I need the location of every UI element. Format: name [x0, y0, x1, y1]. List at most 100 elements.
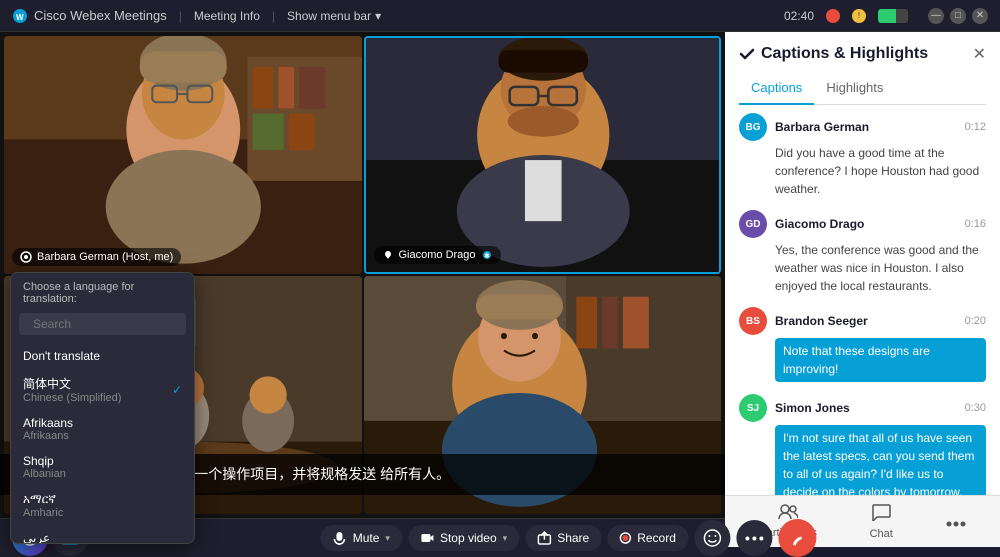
more-icon	[946, 511, 966, 532]
message-time-barbara: 0:12	[965, 121, 986, 133]
svg-text:✱: ✱	[484, 252, 490, 260]
chat-icon	[871, 503, 891, 526]
avatar-barbara: BG	[739, 113, 767, 141]
window-minimize-button[interactable]: —	[928, 8, 944, 24]
lang-item-albanian[interactable]: Shqip Albanian	[11, 448, 194, 486]
message-time-brandon: 0:20	[965, 315, 986, 327]
lang-sub-amharic: Amharic	[23, 507, 63, 519]
lang-name-afrikaans: Afrikaans	[23, 416, 73, 430]
message-item-simon: SJ Simon Jones 0:30 I'm not sure that al…	[739, 394, 986, 495]
message-name-brandon: Brandon Seeger	[775, 314, 868, 328]
tab-highlights-label: Highlights	[826, 80, 883, 95]
tab-highlights[interactable]: Highlights	[814, 72, 895, 105]
meeting-info-link[interactable]: Meeting Info	[194, 9, 260, 23]
lang-sub-chinese: Chinese (Simplified)	[23, 392, 121, 404]
lang-name-chinese: 简体中文	[23, 375, 121, 392]
share-button[interactable]: Share	[525, 525, 601, 551]
message-text-barbara: Did you have a good time at the conferen…	[775, 144, 986, 198]
participant-1-name: Barbara German (Host, me)	[37, 251, 173, 263]
window-close-button[interactable]: ✕	[972, 8, 988, 24]
app-logo: W Cisco Webex Meetings	[12, 8, 167, 24]
message-text-giacomo1: Yes, the conference was good and the wea…	[775, 241, 986, 295]
toolbar-center: Mute ▾ Stop video ▾ Share Record	[321, 519, 816, 557]
lang-item-chinese[interactable]: 简体中文 Chinese (Simplified) ✓	[11, 369, 194, 410]
status-dot-yellow: !	[852, 9, 866, 23]
window-maximize-button[interactable]: □	[950, 8, 966, 24]
video-area: Speaking: Simon Jones Layout	[0, 32, 725, 547]
right-panel: Captions & Highlights ✕ Captions Highlig…	[725, 32, 1000, 547]
message-name-giacomo1: Giacomo Drago	[775, 217, 864, 231]
title-bar: W Cisco Webex Meetings | Meeting Info | …	[0, 0, 1000, 32]
language-picker-dropdown: Choose a language for translation: Don't…	[10, 272, 195, 544]
main-container: Speaking: Simon Jones Layout	[0, 32, 1000, 547]
stop-video-chevron-icon[interactable]: ▾	[503, 533, 508, 544]
stop-video-button[interactable]: Stop video ▾	[408, 525, 519, 551]
language-search-box[interactable]	[19, 313, 186, 335]
avatar-simon: SJ	[739, 394, 767, 422]
mute-label: Mute	[353, 531, 380, 545]
avatar-giacomo1: GD	[739, 210, 767, 238]
audio-level-bar	[878, 9, 908, 23]
message-header-barbara: BG Barbara German 0:12	[739, 113, 986, 141]
message-item-giacomo1: GD Giacomo Drago 0:16 Yes, the conferenc…	[739, 210, 986, 295]
end-call-button[interactable]	[778, 519, 816, 557]
share-icon	[537, 531, 551, 545]
panel-title: Captions & Highlights	[739, 45, 928, 63]
message-text-brandon: Note that these designs are improving!	[775, 338, 986, 382]
stop-video-label: Stop video	[440, 531, 497, 545]
lang-name-dont-translate: Don't translate	[23, 349, 100, 363]
panel-header: Captions & Highlights ✕	[725, 32, 1000, 64]
tab-captions-label: Captions	[751, 80, 802, 95]
language-search-input[interactable]	[33, 317, 188, 331]
message-header-brandon: BS Brandon Seeger 0:20	[739, 307, 986, 335]
share-label: Share	[557, 531, 589, 545]
lang-item-dont-translate[interactable]: Don't translate	[11, 343, 194, 369]
show-menu-bar[interactable]: Show menu bar ▾	[287, 9, 381, 23]
panel-more-button[interactable]	[936, 507, 976, 536]
message-header-giacomo1: GD Giacomo Drago 0:16	[739, 210, 986, 238]
check-icon	[739, 46, 755, 62]
record-label: Record	[637, 531, 676, 545]
lang-name-arabic: عربي	[23, 531, 54, 543]
lang-name-albanian: Shqip	[23, 454, 66, 468]
panel-messages[interactable]: BG Barbara German 0:12 Did you have a go…	[725, 105, 1000, 495]
svg-text:W: W	[16, 13, 24, 22]
language-list: Don't translate 简体中文 Chinese (Simplified…	[11, 343, 194, 543]
lang-item-arabic[interactable]: عربي Arabic	[11, 525, 194, 543]
message-item-brandon: BS Brandon Seeger 0:20 Note that these d…	[739, 307, 986, 382]
video-icon	[420, 531, 434, 545]
panel-tabs: Captions Highlights	[739, 72, 986, 105]
chat-button[interactable]: Chat	[860, 499, 903, 544]
tab-captions[interactable]: Captions	[739, 72, 814, 105]
lang-item-afrikaans[interactable]: Afrikaans Afrikaans	[11, 410, 194, 448]
chevron-down-icon: ▾	[375, 9, 381, 23]
mute-button[interactable]: Mute ▾	[321, 525, 402, 551]
app-name: Cisco Webex Meetings	[34, 8, 167, 23]
chat-label: Chat	[870, 528, 893, 540]
message-header-simon: SJ Simon Jones 0:30	[739, 394, 986, 422]
record-button[interactable]: Record	[607, 525, 688, 551]
video-cell-participant-1: Barbara German (Host, me)	[4, 36, 362, 274]
participant-2-name: Giacomo Drago	[399, 249, 476, 261]
message-time-simon: 0:30	[965, 402, 986, 414]
message-name-simon: Simon Jones	[775, 401, 850, 415]
message-name-barbara: Barbara German	[775, 120, 869, 134]
status-dot-red	[826, 9, 840, 23]
mic-icon	[333, 531, 347, 545]
language-picker-header: Choose a language for translation:	[11, 273, 194, 313]
avatar-brandon: BS	[739, 307, 767, 335]
lang-name-amharic: አማርኛ	[23, 492, 63, 507]
more-options-button[interactable]	[736, 520, 772, 556]
panel-title-text: Captions & Highlights	[761, 45, 928, 63]
video-label-participant-2: Giacomo Drago ✱	[374, 246, 501, 264]
meeting-time: 02:40	[784, 9, 814, 23]
lang-item-amharic[interactable]: አማርኛ Amharic	[11, 486, 194, 525]
mute-chevron-icon[interactable]: ▾	[385, 533, 390, 544]
emoji-button[interactable]	[694, 520, 730, 556]
lang-check-chinese: ✓	[172, 383, 182, 397]
record-icon	[619, 532, 631, 544]
message-item-barbara: BG Barbara German 0:12 Did you have a go…	[739, 113, 986, 198]
lang-sub-afrikaans: Afrikaans	[23, 430, 73, 442]
message-time-giacomo1: 0:16	[965, 218, 986, 230]
panel-close-button[interactable]: ✕	[973, 44, 986, 64]
